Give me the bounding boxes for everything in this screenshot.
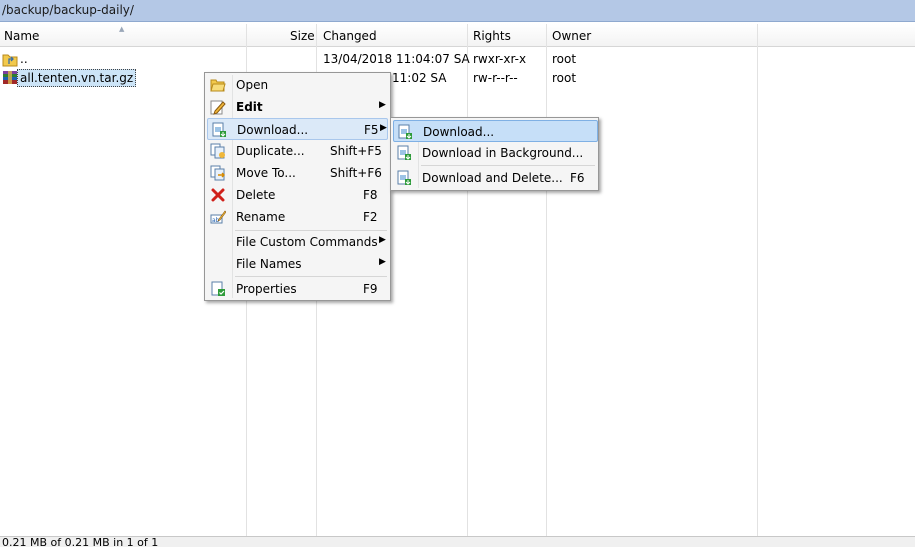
column-divider[interactable] (757, 24, 758, 536)
menu-item-edit[interactable]: Edit ▶ (207, 96, 388, 118)
menu-label: File Names (236, 257, 302, 271)
archive-icon (3, 71, 17, 84)
menu-label: Move To... (236, 166, 296, 180)
status-text: 0.21 MB of 0.21 MB in 1 of 1 (2, 536, 159, 547)
path-bar[interactable]: /backup/backup-daily/ (0, 0, 915, 22)
table-row[interactable]: .. 13/04/2018 11:04:07 SA rwxr-xr-x root (0, 50, 760, 68)
column-divider[interactable] (546, 24, 547, 536)
menu-label: Download... (423, 125, 495, 139)
edit-icon (210, 100, 226, 115)
menu-shortcut: F6 (570, 171, 585, 185)
open-folder-icon (210, 79, 226, 92)
menu-item-rename[interactable]: ab Rename F2 (207, 206, 388, 228)
menu-label: Properties (236, 282, 297, 296)
parent-folder-icon (2, 54, 18, 67)
status-bar: 0.21 MB of 0.21 MB in 1 of 1 (0, 536, 915, 547)
submenu-arrow-icon: ▶ (380, 123, 387, 133)
menu-shortcut: F2 (363, 210, 378, 224)
download-delete-icon (397, 170, 411, 185)
column-name[interactable]: Name (4, 29, 39, 43)
submenu-arrow-icon: ▶ (379, 235, 386, 245)
download-icon (398, 124, 412, 139)
menu-label: File Custom Commands (236, 235, 378, 249)
submenu-item-download[interactable]: Download... (393, 120, 598, 142)
menu-shortcut: F8 (363, 188, 378, 202)
menu-label: Duplicate... (236, 144, 305, 158)
menu-item-duplicate[interactable]: Duplicate... Shift+F5 (207, 140, 388, 162)
menu-separator (235, 276, 387, 277)
download-background-icon (397, 145, 411, 160)
duplicate-icon (210, 143, 225, 159)
move-icon (210, 165, 225, 181)
column-changed[interactable]: Changed (323, 29, 377, 43)
file-rights: rw-r--r-- (473, 71, 518, 85)
menu-item-move[interactable]: Move To... Shift+F6 (207, 162, 388, 184)
column-size[interactable]: Size (290, 29, 315, 43)
menu-label: Edit (236, 100, 263, 114)
download-icon (212, 122, 226, 137)
menu-label: Delete (236, 188, 276, 202)
menu-item-file-names[interactable]: File Names ▶ (207, 253, 388, 275)
menu-shortcut: F5 (364, 123, 379, 137)
file-changed: 11:02 SA (392, 71, 447, 85)
properties-icon (211, 281, 225, 296)
menu-item-open[interactable]: Open (207, 74, 388, 96)
column-owner[interactable]: Owner (552, 29, 591, 43)
menu-item-download[interactable]: Download... F5 ▶ (207, 118, 388, 140)
menu-separator (421, 165, 595, 166)
submenu-item-download-background[interactable]: Download in Background... (393, 142, 598, 164)
file-owner: root (552, 52, 577, 66)
menu-shortcut: Shift+F6 (330, 166, 382, 180)
menu-label: Open (236, 78, 269, 92)
menu-shortcut: F9 (363, 282, 378, 296)
menu-shortcut: Shift+F5 (330, 144, 382, 158)
rename-icon: ab (210, 210, 226, 224)
context-menu: Open Edit ▶ Download... F5 ▶ Duplicate..… (204, 72, 391, 301)
column-rights[interactable]: Rights (473, 29, 511, 43)
file-owner: root (552, 71, 577, 85)
download-submenu: Download... Download in Background... Do… (390, 117, 599, 191)
menu-item-file-custom-commands[interactable]: File Custom Commands ▶ (207, 231, 388, 253)
menu-label: Download in Background... (422, 146, 584, 160)
column-divider[interactable] (467, 24, 468, 536)
current-path: /backup/backup-daily/ (2, 3, 134, 17)
delete-icon (211, 188, 225, 202)
file-name: .. (20, 52, 28, 66)
submenu-arrow-icon: ▶ (379, 100, 386, 110)
column-header: ▲ Name Size Changed Rights Owner (0, 24, 915, 47)
file-changed: 13/04/2018 11:04:07 SA (323, 52, 470, 66)
submenu-arrow-icon: ▶ (379, 257, 386, 267)
menu-label: Rename (236, 210, 286, 224)
file-name-selected[interactable]: all.tenten.vn.tar.gz (17, 69, 137, 87)
menu-label: Download and Delete... (422, 171, 563, 185)
sort-ascending-icon: ▲ (119, 25, 125, 33)
menu-item-delete[interactable]: Delete F8 (207, 184, 388, 206)
menu-label: Download... (237, 123, 309, 137)
menu-item-properties[interactable]: Properties F9 (207, 278, 388, 300)
submenu-item-download-delete[interactable]: Download and Delete... F6 (393, 167, 598, 189)
file-rights: rwxr-xr-x (473, 52, 527, 66)
